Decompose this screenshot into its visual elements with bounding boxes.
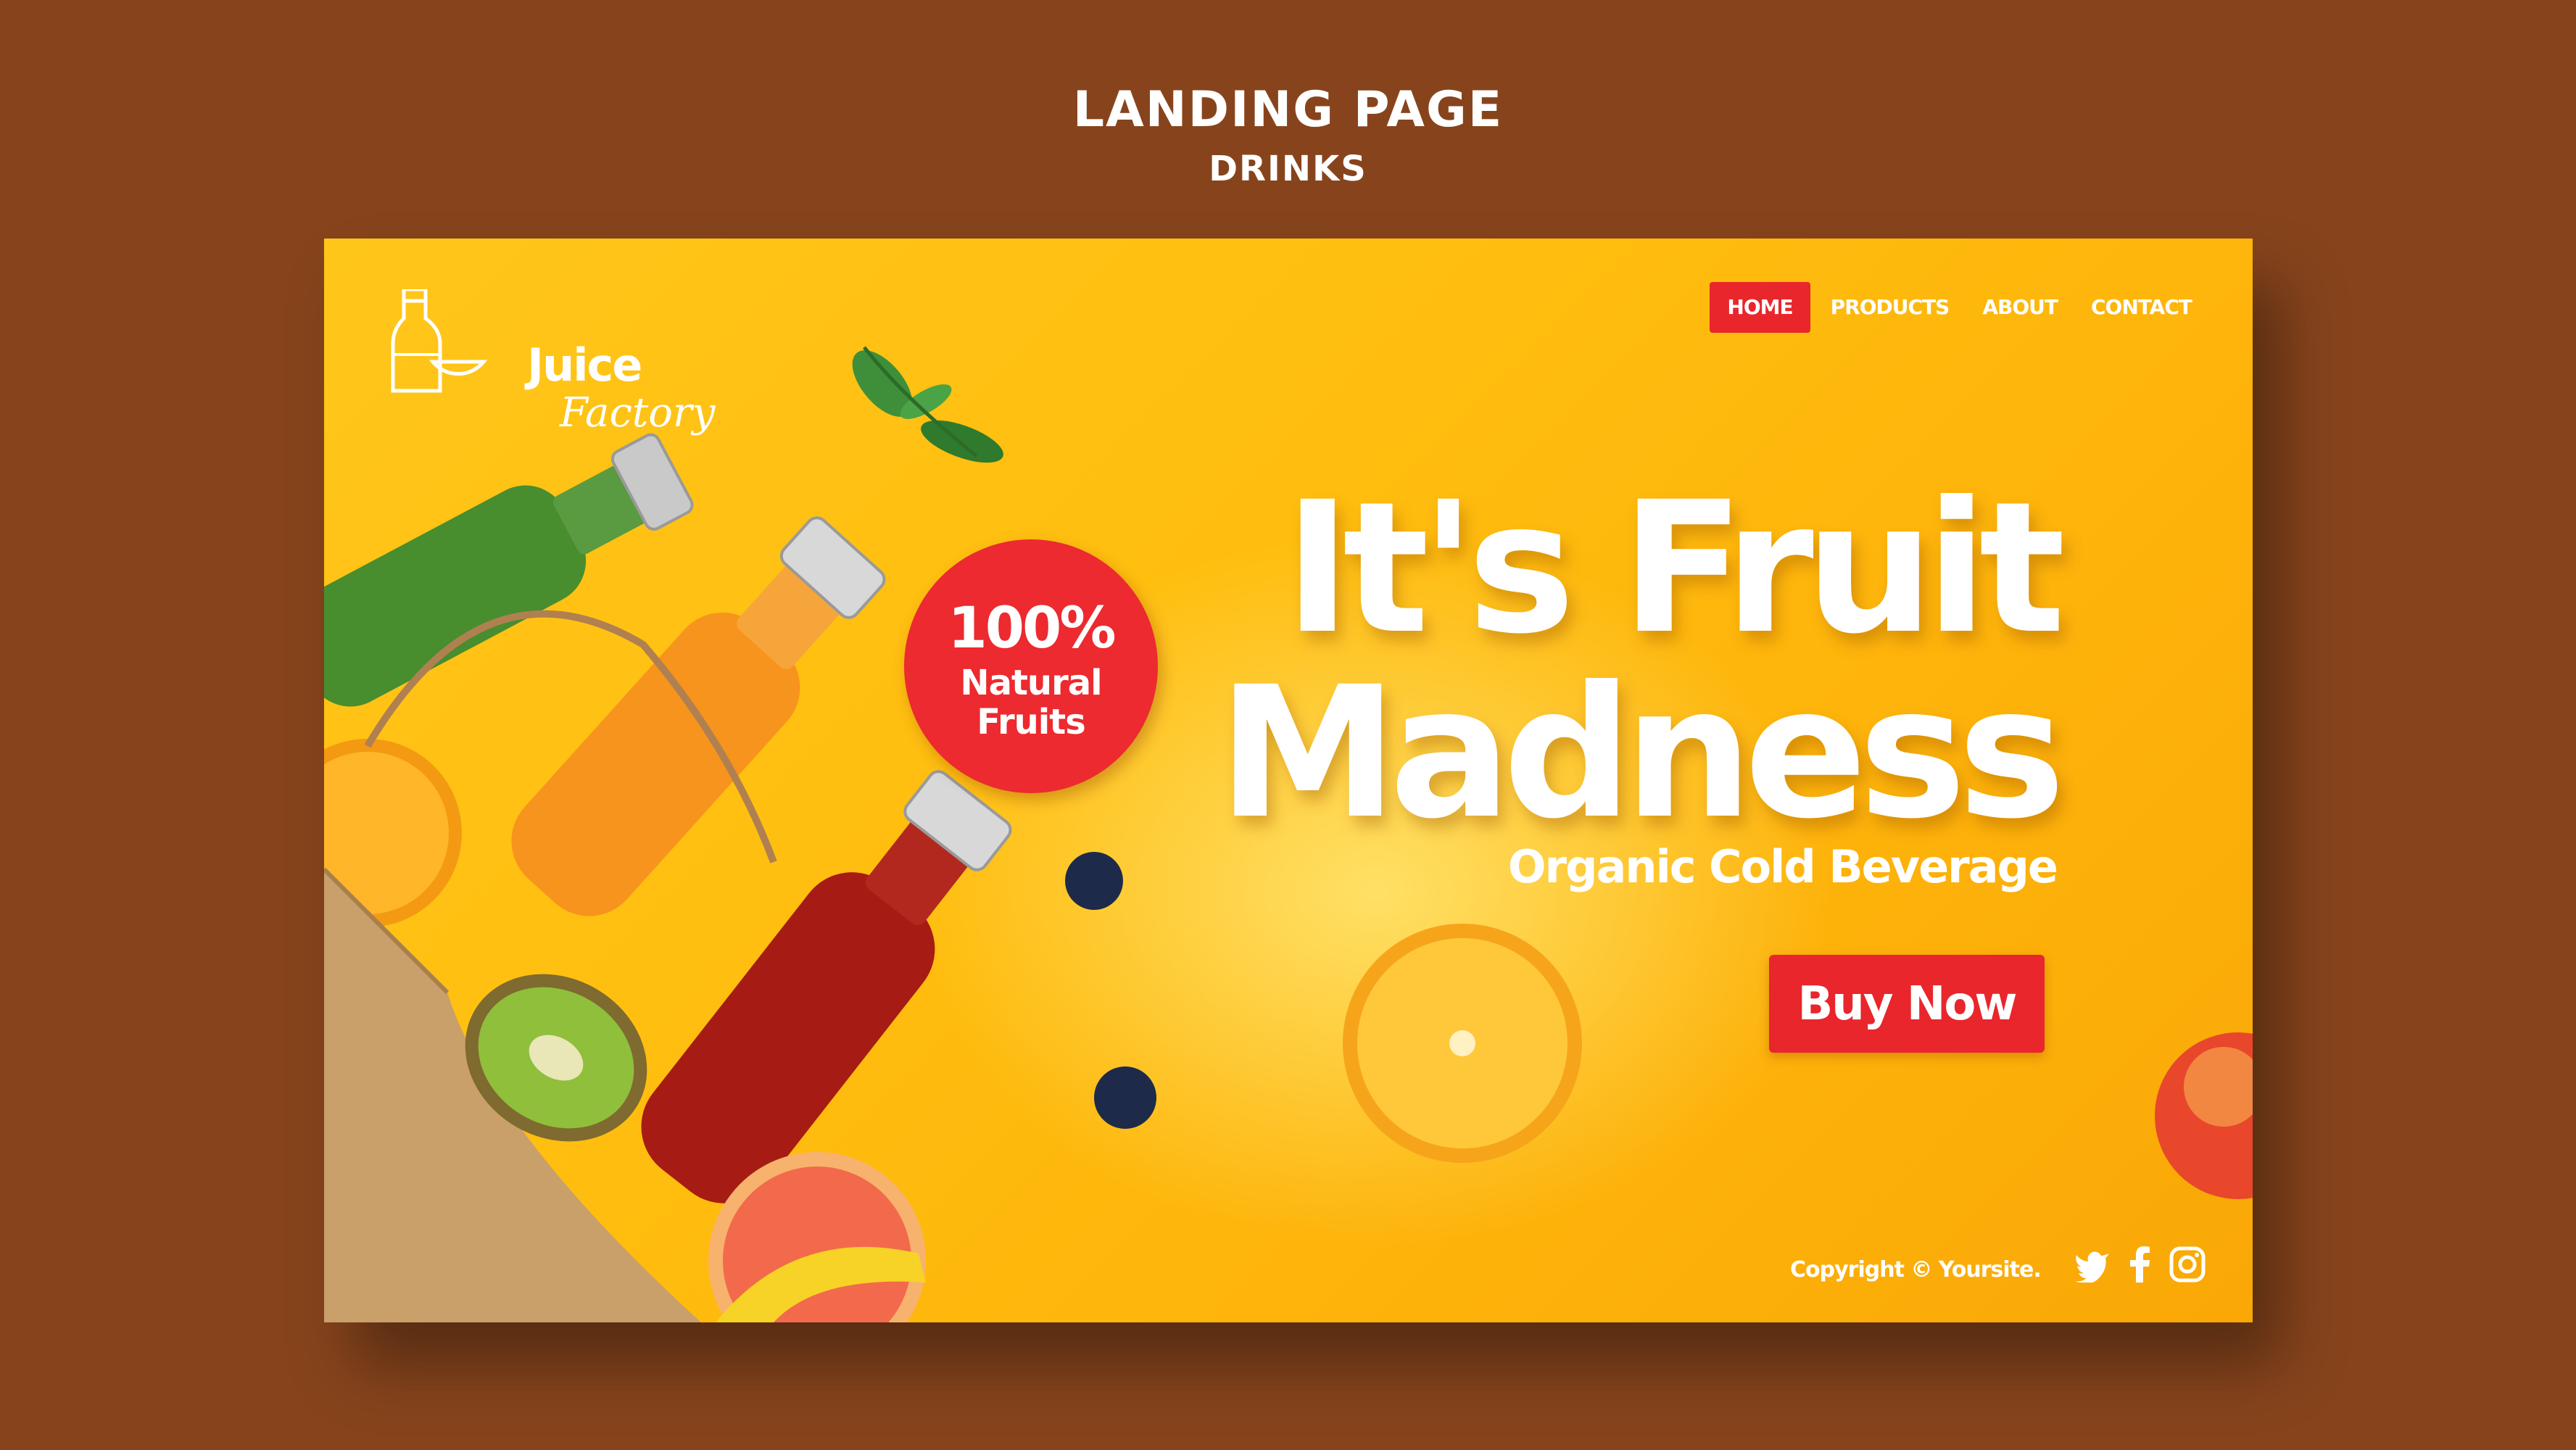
natural-fruits-badge: 100% Natural Fruits: [904, 539, 1158, 793]
nav-item-about[interactable]: ABOUT: [1969, 282, 2071, 333]
hero-title-line-2: Madness: [1217, 647, 2066, 858]
hero-subtitle: Organic Cold Beverage: [1507, 840, 2058, 893]
page-subheading: DRINKS: [1209, 149, 1367, 189]
nav-item-home[interactable]: HOME: [1710, 282, 1810, 333]
nav-item-contact[interactable]: CONTACT: [2078, 282, 2205, 333]
buy-now-button[interactable]: Buy Now: [1769, 955, 2045, 1053]
orange-slice-center: [1343, 924, 1582, 1163]
logo-line-2: Factory: [560, 389, 716, 436]
facebook-icon[interactable]: [2129, 1246, 2151, 1283]
badge-percent: 100%: [948, 596, 1117, 661]
logo-line-1: Juice: [527, 339, 642, 392]
badge-line-2: Fruits: [977, 702, 1086, 742]
landing-page-card: Juice Factory HOME PRODUCTS ABOUT CONTAC…: [324, 239, 2253, 1322]
juice-factory-logo[interactable]: Juice Factory: [389, 289, 715, 436]
copyright-text: Copyright © Yoursite.: [1790, 1257, 2042, 1283]
mint-leaves-icon: [852, 346, 1003, 463]
blueberry: [1094, 1066, 1156, 1129]
page-heading: LANDING PAGE: [1072, 81, 1504, 138]
hero-title-line-1: It's Fruit: [1283, 463, 2066, 674]
badge-line-1: Natural: [960, 663, 1102, 703]
blueberry: [1065, 852, 1123, 910]
main-navigation: HOME PRODUCTS ABOUT CONTACT: [1710, 282, 2205, 333]
juice-bottle-lemon-icon: [391, 289, 488, 393]
twitter-icon[interactable]: [2075, 1246, 2110, 1283]
nav-item-products[interactable]: PRODUCTS: [1818, 282, 1963, 333]
instagram-icon[interactable]: [2169, 1246, 2206, 1283]
